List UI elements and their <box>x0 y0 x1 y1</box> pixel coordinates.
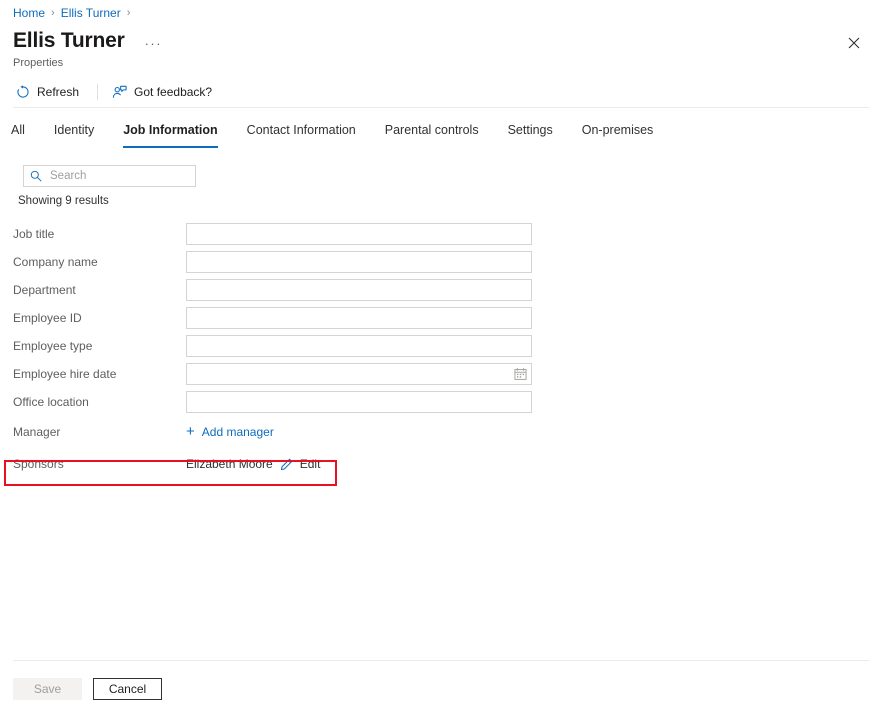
field-label-employee-type: Employee type <box>0 338 186 354</box>
employee-id-input[interactable] <box>186 307 532 329</box>
tab-contact-information[interactable]: Contact Information <box>247 120 356 148</box>
field-label-job-title: Job title <box>0 226 186 242</box>
sponsors-value-row: Elizabeth Moore Edit <box>186 456 320 472</box>
command-bar: Refresh Got feedback? <box>13 80 218 104</box>
field-row-department: Department <box>0 276 881 304</box>
field-row-sponsors: Sponsors Elizabeth Moore Edit <box>0 448 881 480</box>
field-label-company-name: Company name <box>0 254 186 270</box>
field-input-wrap <box>186 251 532 273</box>
pencil-icon[interactable] <box>280 458 293 471</box>
breadcrumb-separator-icon: › <box>51 5 55 21</box>
toolbar-divider <box>13 107 869 108</box>
more-options-icon[interactable]: ··· <box>141 34 167 53</box>
page-subtitle: Properties <box>13 56 63 71</box>
job-information-form: Job title Company name Department Employ… <box>0 220 881 480</box>
save-button[interactable]: Save <box>13 678 82 700</box>
refresh-label: Refresh <box>37 84 79 100</box>
breadcrumb-item-ellis-turner[interactable]: Ellis Turner <box>61 5 121 21</box>
field-row-office-location: Office location <box>0 388 881 416</box>
field-row-employee-type: Employee type <box>0 332 881 360</box>
field-input-wrap <box>186 279 532 301</box>
field-row-company-name: Company name <box>0 248 881 276</box>
tab-job-information[interactable]: Job Information <box>123 120 217 148</box>
tab-on-premises[interactable]: On-premises <box>582 120 654 148</box>
office-location-input[interactable] <box>186 391 532 413</box>
field-label-sponsors: Sponsors <box>0 456 186 472</box>
field-label-employee-id: Employee ID <box>0 310 186 326</box>
department-input[interactable] <box>186 279 532 301</box>
footer-actions: Save Cancel <box>13 678 162 700</box>
refresh-icon <box>15 85 30 100</box>
calendar-icon[interactable] <box>514 368 527 381</box>
tab-settings[interactable]: Settings <box>508 120 553 148</box>
field-row-employee-id: Employee ID <box>0 304 881 332</box>
job-title-input[interactable] <box>186 223 532 245</box>
close-icon <box>848 37 860 49</box>
page-title: Ellis Turner <box>13 28 125 54</box>
results-count: Showing 9 results <box>18 194 109 209</box>
footer-divider <box>13 660 869 661</box>
field-label-office-location: Office location <box>0 394 186 410</box>
field-input-wrap <box>186 391 532 413</box>
tab-identity[interactable]: Identity <box>54 120 94 148</box>
add-manager-button[interactable]: + Add manager <box>186 424 274 440</box>
plus-icon: + <box>186 426 195 438</box>
field-row-employee-hire-date: Employee hire date <box>0 360 881 388</box>
page-title-row: Ellis Turner ··· <box>13 28 166 54</box>
breadcrumb-item-home[interactable]: Home <box>13 5 45 21</box>
employee-hire-date-input[interactable] <box>186 363 532 385</box>
field-input-wrap <box>186 363 532 385</box>
add-manager-label: Add manager <box>202 424 274 440</box>
field-label-employee-hire-date: Employee hire date <box>0 366 186 382</box>
cancel-button[interactable]: Cancel <box>93 678 162 700</box>
tab-all[interactable]: All <box>11 120 25 148</box>
search-box[interactable] <box>23 165 196 187</box>
breadcrumb-separator-icon: › <box>127 5 131 21</box>
field-row-manager: Manager + Add manager <box>0 416 881 448</box>
field-row-job-title: Job title <box>0 220 881 248</box>
command-bar-divider <box>97 84 98 100</box>
field-input-wrap <box>186 307 532 329</box>
field-input-wrap <box>186 335 532 357</box>
edit-sponsors-button[interactable]: Edit <box>300 456 321 472</box>
breadcrumb: Home › Ellis Turner › <box>13 5 136 21</box>
refresh-button[interactable]: Refresh <box>13 81 85 103</box>
search-icon <box>30 170 42 182</box>
field-label-manager: Manager <box>0 424 186 440</box>
search-input[interactable] <box>50 170 189 182</box>
got-feedback-label: Got feedback? <box>134 84 212 100</box>
feedback-person-icon <box>112 85 127 100</box>
employee-type-input[interactable] <box>186 335 532 357</box>
got-feedback-button[interactable]: Got feedback? <box>110 81 218 103</box>
tab-parental-controls[interactable]: Parental controls <box>385 120 479 148</box>
company-name-input[interactable] <box>186 251 532 273</box>
field-input-wrap <box>186 223 532 245</box>
tab-list: All Identity Job Information Contact Inf… <box>11 120 682 148</box>
field-label-department: Department <box>0 282 186 298</box>
sponsor-name: Elizabeth Moore <box>186 456 273 472</box>
close-button[interactable] <box>841 30 867 56</box>
